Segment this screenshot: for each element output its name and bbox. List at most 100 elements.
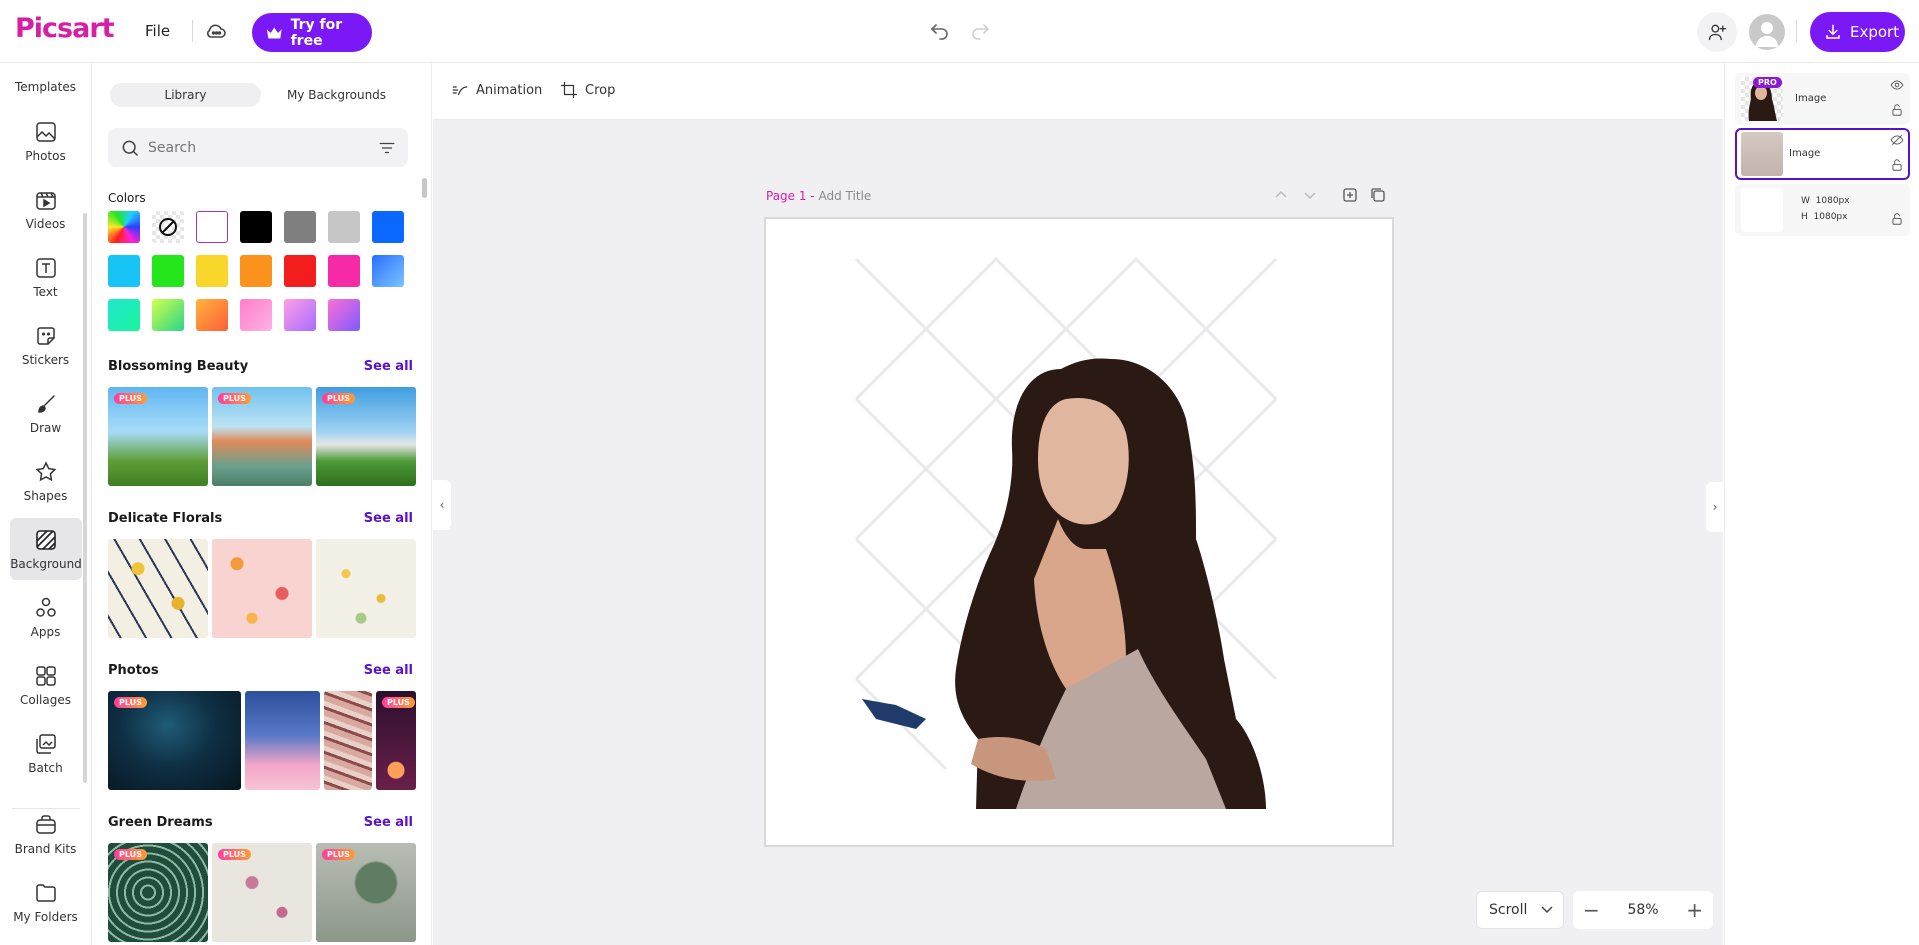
layer-item[interactable]: PRO Image <box>1735 73 1910 125</box>
rail-item-stickers[interactable]: Stickers <box>0 314 91 376</box>
animation-button[interactable]: Animation <box>451 81 542 99</box>
color-swatch-gradient-violet[interactable] <box>328 299 360 331</box>
color-swatch-none[interactable] <box>152 211 184 243</box>
background-thumbnail[interactable]: PLUS <box>316 843 416 942</box>
rail-item-apps[interactable]: Apps <box>0 586 91 648</box>
background-thumbnail[interactable]: PLUS <box>212 843 312 942</box>
lock-open-icon[interactable] <box>1890 212 1904 226</box>
lock-open-icon[interactable] <box>1890 103 1904 117</box>
artboard-image[interactable] <box>766 219 1392 845</box>
redo-icon[interactable] <box>968 19 992 43</box>
color-swatch-white[interactable] <box>196 211 228 243</box>
see-all-photos[interactable]: See all <box>364 663 413 678</box>
collapse-left-panel-button[interactable]: ‹ <box>433 480 451 530</box>
color-swatch-black[interactable] <box>240 211 272 243</box>
scroll-mode-select[interactable]: Scroll <box>1476 891 1564 929</box>
rail-item-batch[interactable]: Batch <box>0 722 91 784</box>
picsart-logo[interactable]: Picsart <box>15 13 115 44</box>
lock-open-icon[interactable] <box>1890 158 1904 172</box>
background-thumbnail[interactable] <box>212 539 312 638</box>
background-thumbnail[interactable]: PLUS <box>108 691 241 790</box>
rail-item-brand-kits[interactable]: Brand Kits <box>0 803 91 865</box>
cloud-icon[interactable] <box>204 19 228 43</box>
color-swatch-gradient-blue[interactable] <box>372 255 404 287</box>
rail-item-text[interactable]: Text <box>0 246 91 308</box>
color-swatch-blue[interactable] <box>372 211 404 243</box>
invite-collaborator-button[interactable] <box>1697 12 1737 52</box>
zoom-out-button[interactable]: − <box>1583 898 1600 922</box>
color-swatch-gradient-pink[interactable] <box>240 299 272 331</box>
color-swatch-gradient-lime[interactable] <box>152 299 184 331</box>
background-thumbnail[interactable]: PLUS <box>376 691 416 790</box>
color-swatch-gradient-lavender[interactable] <box>284 299 316 331</box>
color-swatch-pink[interactable] <box>328 255 360 287</box>
background-thumbnail[interactable] <box>324 691 372 790</box>
rail-item-label: Photos <box>25 148 66 163</box>
user-avatar[interactable] <box>1749 14 1785 50</box>
color-swatch-yellow[interactable] <box>196 255 228 287</box>
scroll-mode-value: Scroll <box>1489 902 1528 918</box>
rail-item-my-folders[interactable]: My Folders <box>0 871 91 933</box>
try-for-free-button[interactable]: Try for free <box>252 13 372 52</box>
background-thumbnail[interactable]: PLUS <box>108 843 208 942</box>
rail-item-collages[interactable]: Collages <box>0 654 91 716</box>
animation-icon <box>452 86 468 96</box>
see-all-delicate-florals[interactable]: See all <box>364 511 413 526</box>
background-thumbnail[interactable]: PLUS <box>108 387 208 486</box>
rail-item-label: Batch <box>28 760 63 775</box>
color-swatch-green[interactable] <box>152 255 184 287</box>
rail-item-templates[interactable]: Templates <box>0 53 91 115</box>
color-swatch-red[interactable] <box>284 255 316 287</box>
color-swatch-gradient-teal[interactable] <box>108 299 140 331</box>
search-input[interactable] <box>148 139 368 156</box>
duplicate-page-icon[interactable] <box>1370 187 1386 203</box>
undo-icon[interactable] <box>928 19 952 43</box>
batch-icon <box>35 733 56 754</box>
photos-icon <box>35 121 56 142</box>
background-thumbnail[interactable] <box>316 539 416 638</box>
layer-item-selected[interactable]: Image <box>1735 128 1910 180</box>
pro-badge: PRO <box>1753 77 1782 88</box>
background-thumbnail[interactable]: PLUS <box>316 387 416 486</box>
rail-item-label: Brand Kits <box>14 841 77 856</box>
add-page-icon[interactable] <box>1342 187 1358 203</box>
crown-icon <box>266 26 282 39</box>
eye-off-icon[interactable] <box>1890 133 1904 147</box>
background-thumbnail[interactable] <box>108 539 208 638</box>
color-swatch-rainbow[interactable] <box>108 211 140 243</box>
page-title-input[interactable]: Add Title <box>818 189 871 203</box>
rail-item-draw[interactable]: Draw <box>0 382 91 444</box>
rail-item-videos[interactable]: Videos <box>0 178 91 240</box>
see-all-green-dreams[interactable]: See all <box>364 815 413 830</box>
color-swatch-cyan[interactable] <box>108 255 140 287</box>
rail-item-background[interactable]: Background <box>10 518 82 580</box>
rail-item-shapes[interactable]: Shapes <box>0 450 91 512</box>
eye-icon[interactable] <box>1890 78 1904 92</box>
color-swatch-gray[interactable] <box>284 211 316 243</box>
background-thumbnail[interactable] <box>245 691 320 790</box>
crop-button[interactable]: Crop <box>560 81 615 99</box>
filter-icon[interactable] <box>378 139 396 157</box>
zoom-in-button[interactable]: + <box>1686 898 1703 922</box>
zoom-level[interactable]: 58% <box>1627 902 1658 918</box>
color-swatch-gradient-orange[interactable] <box>196 299 228 331</box>
see-all-blossoming-beauty[interactable]: See all <box>364 359 413 374</box>
export-button[interactable]: Export <box>1810 12 1905 52</box>
color-swatch-light-gray[interactable] <box>328 211 360 243</box>
collapse-right-panel-button[interactable]: › <box>1706 482 1724 532</box>
background-thumbnail[interactable]: PLUS <box>212 387 312 486</box>
color-swatch-orange[interactable] <box>240 255 272 287</box>
panel-scrollbar[interactable] <box>422 178 427 198</box>
page-down-icon[interactable] <box>1302 187 1318 203</box>
background-icon <box>36 529 56 550</box>
rail-scrollbar[interactable] <box>83 213 87 783</box>
page-up-icon[interactable] <box>1273 187 1289 203</box>
page-number: Page 1 - <box>766 189 815 203</box>
tab-my-backgrounds[interactable]: My Backgrounds <box>261 83 412 107</box>
background-layer[interactable]: W 1080px H 1080px <box>1735 184 1910 236</box>
file-menu-button[interactable]: File <box>145 22 170 40</box>
rail-item-photos[interactable]: Photos <box>0 110 91 172</box>
plus-badge: PLUS <box>218 393 251 404</box>
artboard[interactable] <box>764 217 1394 847</box>
tab-library[interactable]: Library <box>110 83 261 107</box>
